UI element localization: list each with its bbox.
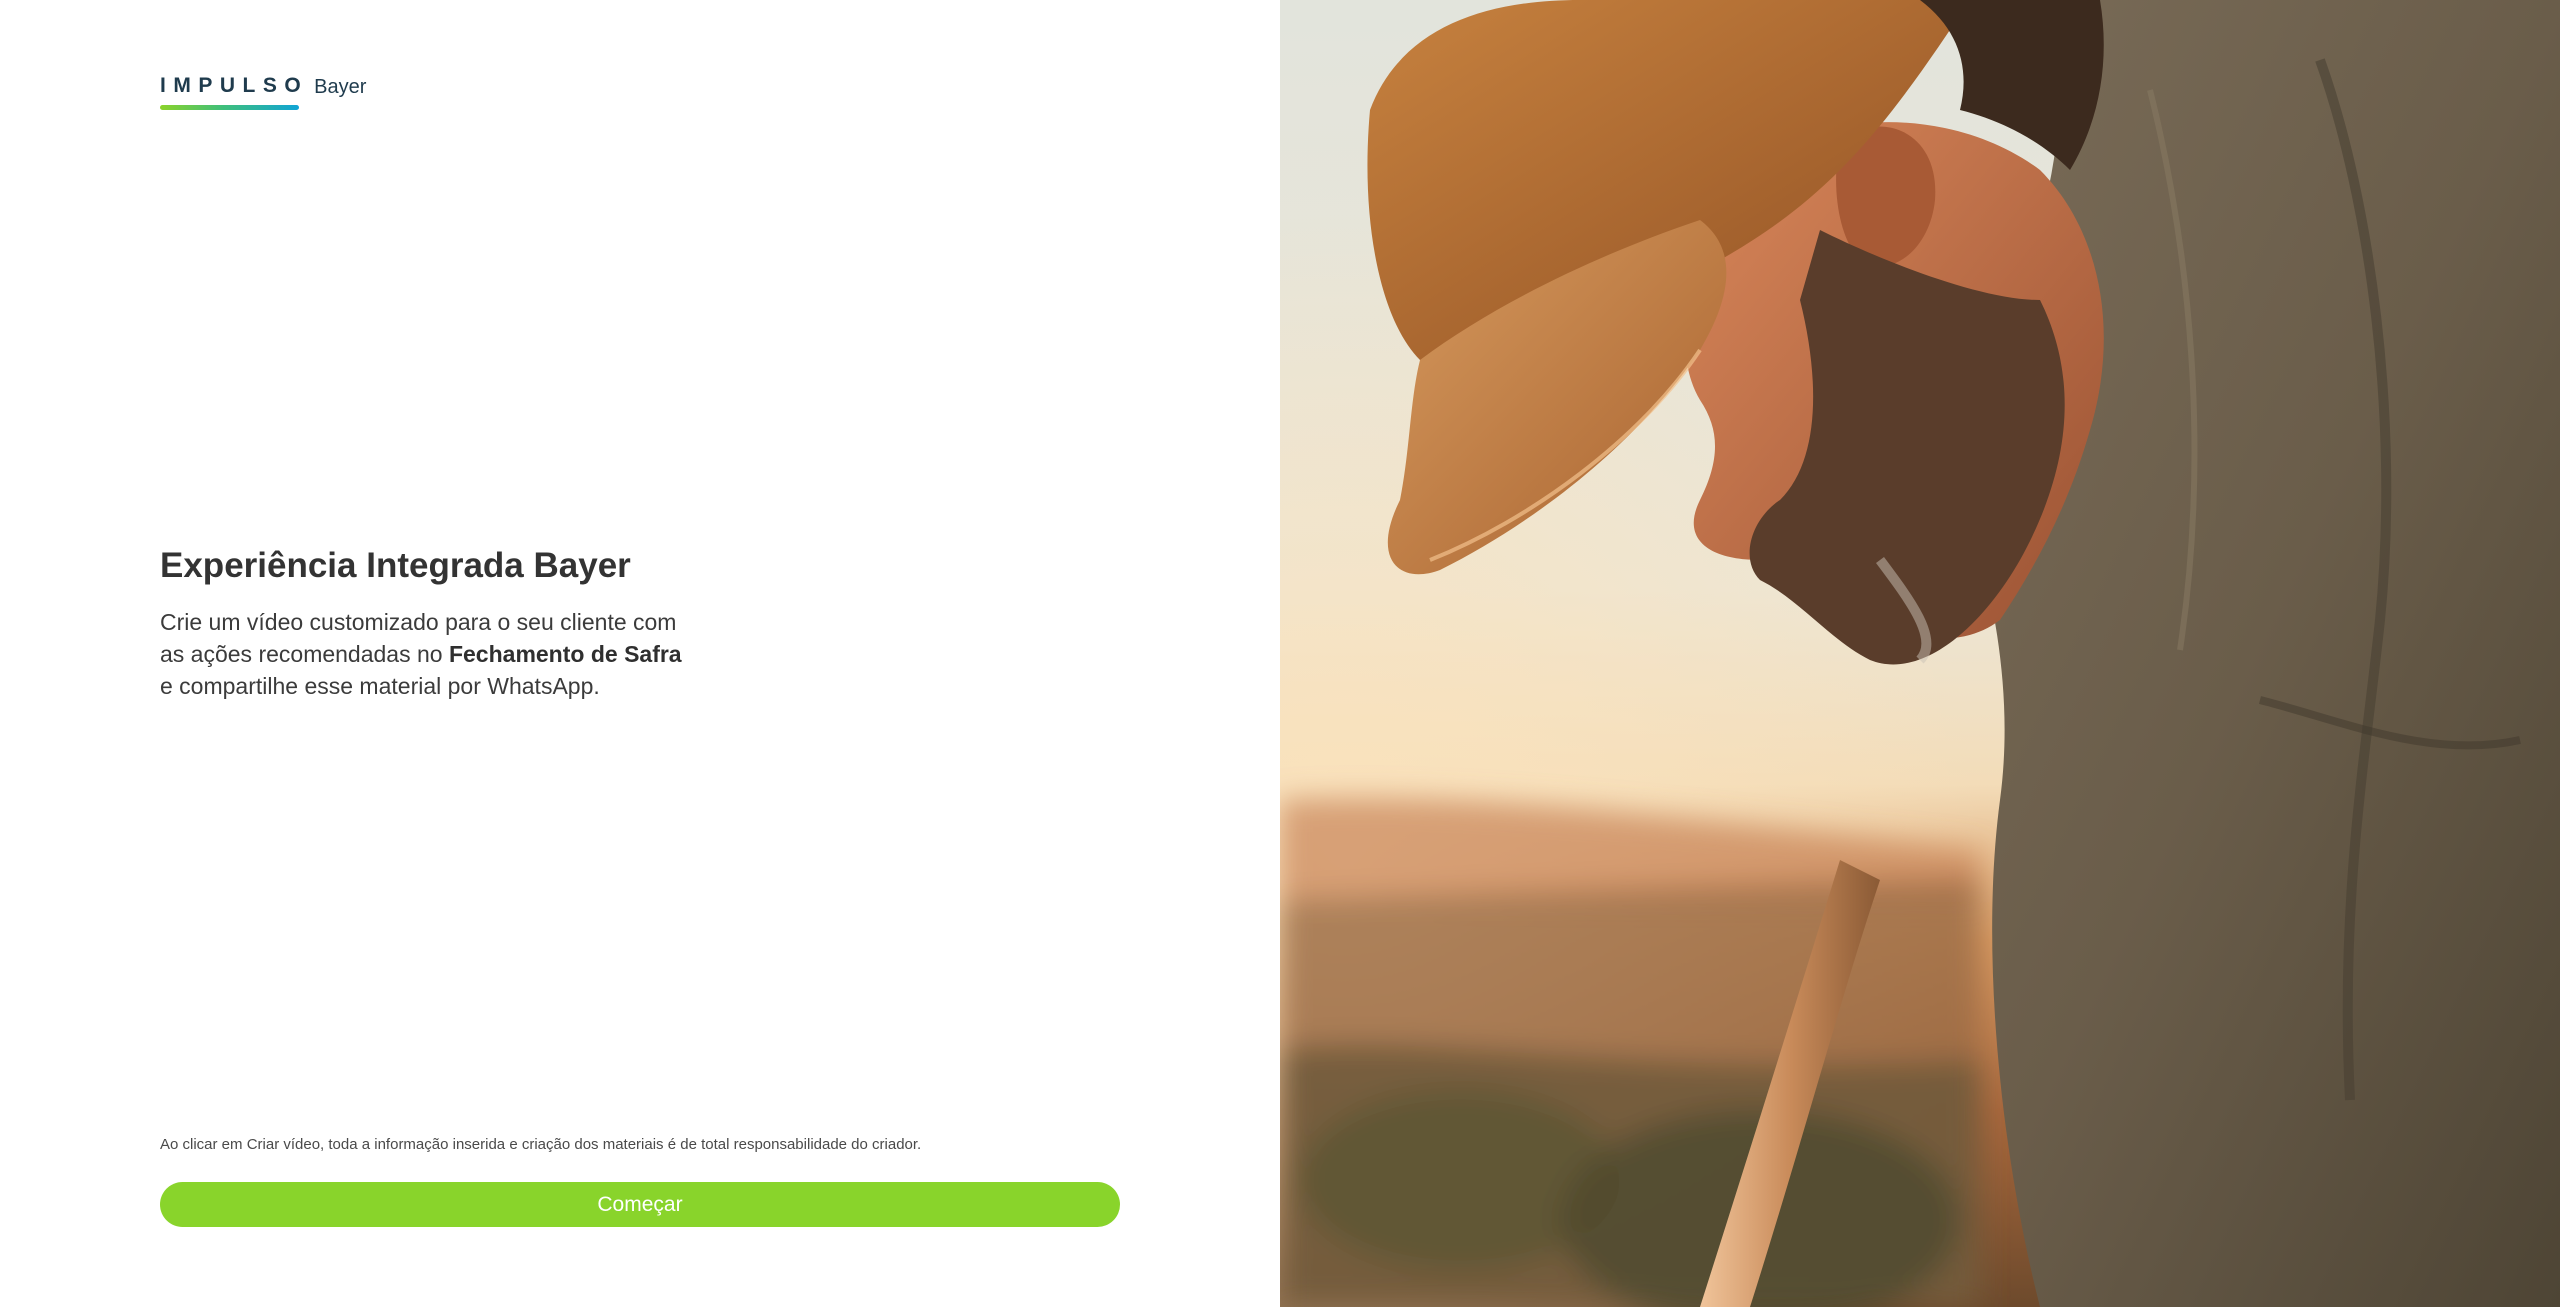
logo-mark: IMPULSO bbox=[160, 74, 308, 110]
disclaimer-text: Ao clicar em Criar vídeo, toda a informa… bbox=[160, 1136, 922, 1153]
page-title: Experiência Integrada Bayer bbox=[160, 546, 631, 585]
description-line-1: Crie um vídeo customizado para o seu cli… bbox=[160, 609, 677, 635]
farmer-photo-image bbox=[1280, 0, 2560, 1307]
logo-underline bbox=[160, 105, 299, 110]
page: IMPULSO Bayer Experiência Integrada Baye… bbox=[0, 0, 2560, 1307]
field-background bbox=[1280, 798, 1980, 1307]
description-highlight: Fechamento de Safra bbox=[448, 641, 682, 667]
start-button[interactable]: Começar bbox=[160, 1182, 1120, 1227]
hero-section: Experiência Integrada Bayer Crie um víde… bbox=[160, 542, 720, 702]
impulso-bayer-logo: IMPULSO Bayer bbox=[160, 74, 366, 110]
hero-photo bbox=[1280, 0, 2560, 1307]
intro-panel: IMPULSO Bayer Experiência Integrada Baye… bbox=[0, 0, 1280, 1307]
logo-brand: Bayer bbox=[314, 76, 367, 98]
logo-wordmark: IMPULSO bbox=[160, 74, 309, 97]
hero-description: Crie um vídeo customizado para o seu cli… bbox=[160, 606, 720, 702]
description-line-3: e compartilhe esse material por WhatsApp… bbox=[160, 673, 600, 699]
description-line-2-prefix: as ações recomendadas no bbox=[160, 641, 449, 667]
